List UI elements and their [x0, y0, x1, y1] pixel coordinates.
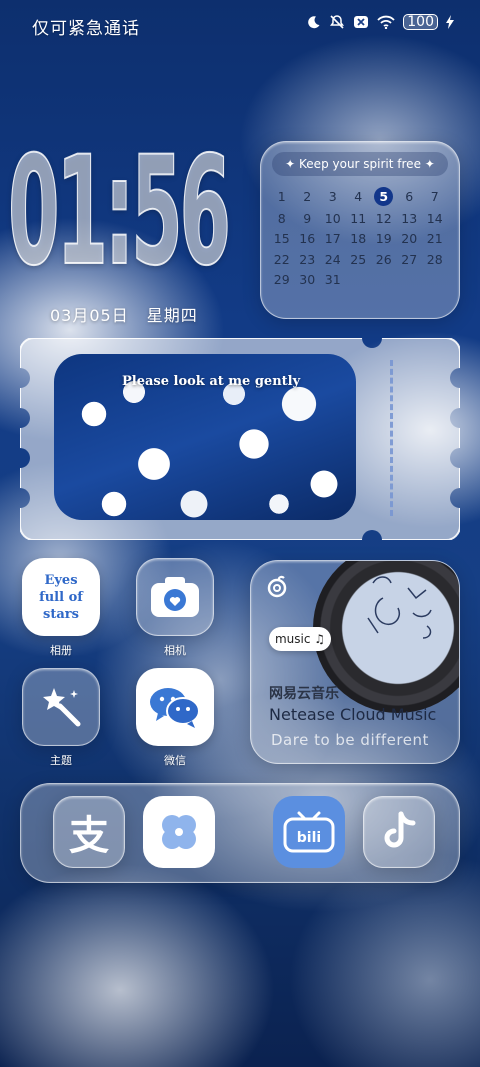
calendar-day: 16	[299, 231, 316, 246]
svg-text:bili: bili	[297, 830, 321, 846]
app-camera[interactable]: 相机	[136, 558, 214, 658]
netease-logo-icon	[265, 575, 289, 599]
calendar-day: 6	[405, 189, 414, 204]
calendar-day: 12	[375, 210, 392, 226]
app-label: 微信	[164, 754, 186, 767]
music-title-en: Netease Cloud Music	[269, 705, 437, 724]
date-row: 03月05日 星期四	[50, 302, 198, 326]
calendar-day: 20	[401, 231, 418, 246]
calendar-day: 8	[277, 210, 286, 226]
music-widget[interactable]: music ♫ 网易云音乐 Netease Cloud Music Dare t…	[250, 560, 460, 764]
calendar-day: 7	[430, 189, 439, 204]
sparkle-icon: ✦	[285, 157, 300, 171]
camera-icon[interactable]	[136, 558, 214, 636]
calendar-day: 23	[299, 251, 316, 267]
album-icon[interactable]: Eyes full of stars	[22, 558, 100, 636]
calendar-day: 21	[426, 231, 443, 246]
ticket-perforation	[390, 360, 393, 516]
calendar-day: 18	[350, 231, 367, 246]
calendar-day: 4	[354, 189, 363, 204]
alipay-glyph: 支	[69, 813, 109, 859]
sparkle-icon: ✦	[420, 157, 435, 171]
carrier-text: 仅可紧急通话	[32, 19, 140, 39]
bilibili-icon[interactable]: bili	[273, 796, 345, 868]
clock-widget[interactable]: 01:56	[7, 125, 238, 302]
photo-ticket-widget[interactable]: Please look at me gently	[20, 338, 460, 540]
calendar-day: 31	[324, 272, 341, 287]
battery-indicator: 100	[403, 14, 438, 30]
calendar-day: 17	[324, 231, 341, 246]
calendar-day: 25	[350, 251, 367, 267]
clover-icon[interactable]	[143, 796, 215, 868]
calendar-grid: 1 2 3 4 5 6 7 8 9 10 11 12 13 14 15 16 17 18 19 20 21 22 23 24 2…	[269, 187, 448, 288]
calendar-day: 14	[426, 210, 443, 226]
alipay-icon[interactable]: 支	[53, 796, 125, 868]
status-bar: 仅可紧急通话 100	[0, 0, 480, 48]
cherry-blossom-photo: Please look at me gently	[54, 354, 356, 520]
calendar-day: 10	[324, 210, 341, 226]
calendar-day: 29	[273, 272, 290, 287]
dock: 支 bili	[20, 783, 460, 883]
wifi-icon	[377, 15, 395, 29]
app-label: 相机	[164, 644, 186, 657]
wechat-icon[interactable]	[136, 668, 214, 746]
calendar-header-text: Keep your spirit free	[299, 157, 421, 171]
music-title-cn: 网易云音乐	[269, 686, 339, 702]
calendar-day: 28	[426, 251, 443, 267]
music-tagline: Dare to be different	[271, 731, 429, 749]
moon-icon	[307, 15, 321, 29]
tiktok-icon[interactable]	[363, 796, 435, 868]
calendar-day: 3	[328, 189, 337, 204]
app-album[interactable]: Eyes full of stars 相册	[22, 558, 100, 658]
calendar-day: 24	[324, 251, 341, 267]
calendar-day-today: 5	[374, 187, 394, 206]
calendar-day: 22	[273, 251, 290, 267]
calendar-day: 2	[303, 189, 312, 204]
album-icon-text: Eyes full of stars	[39, 572, 83, 622]
calendar-header: ✦ Keep your spirit free ✦	[272, 152, 448, 176]
no-sim-icon	[353, 15, 369, 29]
photo-caption: Please look at me gently	[122, 374, 301, 389]
calendar-day: 11	[350, 210, 367, 226]
mute-icon	[329, 14, 345, 30]
clock-date: 03月05日	[50, 306, 129, 325]
calendar-day: 9	[303, 210, 312, 226]
charging-icon	[446, 15, 454, 29]
calendar-day: 13	[401, 210, 418, 226]
calendar-day: 19	[375, 231, 392, 246]
app-label: 主题	[50, 754, 72, 767]
magic-wand-icon[interactable]	[22, 668, 100, 746]
calendar-day: 1	[277, 189, 286, 204]
music-pill: music ♫	[269, 627, 331, 651]
clock-weekday: 星期四	[146, 306, 198, 325]
app-theme[interactable]: 主题	[22, 668, 100, 768]
calendar-day: 30	[299, 272, 316, 287]
app-label: 相册	[50, 644, 72, 657]
calendar-day: 15	[273, 231, 290, 246]
calendar-day: 26	[375, 251, 392, 267]
calendar-widget[interactable]: ✦ Keep your spirit free ✦ 1 2 3 4 5 6 7 8 9 10 11 1…	[260, 141, 460, 319]
calendar-day: 27	[401, 251, 418, 267]
music-note-icon: ♫	[314, 632, 326, 646]
app-wechat[interactable]: 微信	[136, 668, 214, 768]
clock-time: 01:56	[7, 125, 231, 299]
